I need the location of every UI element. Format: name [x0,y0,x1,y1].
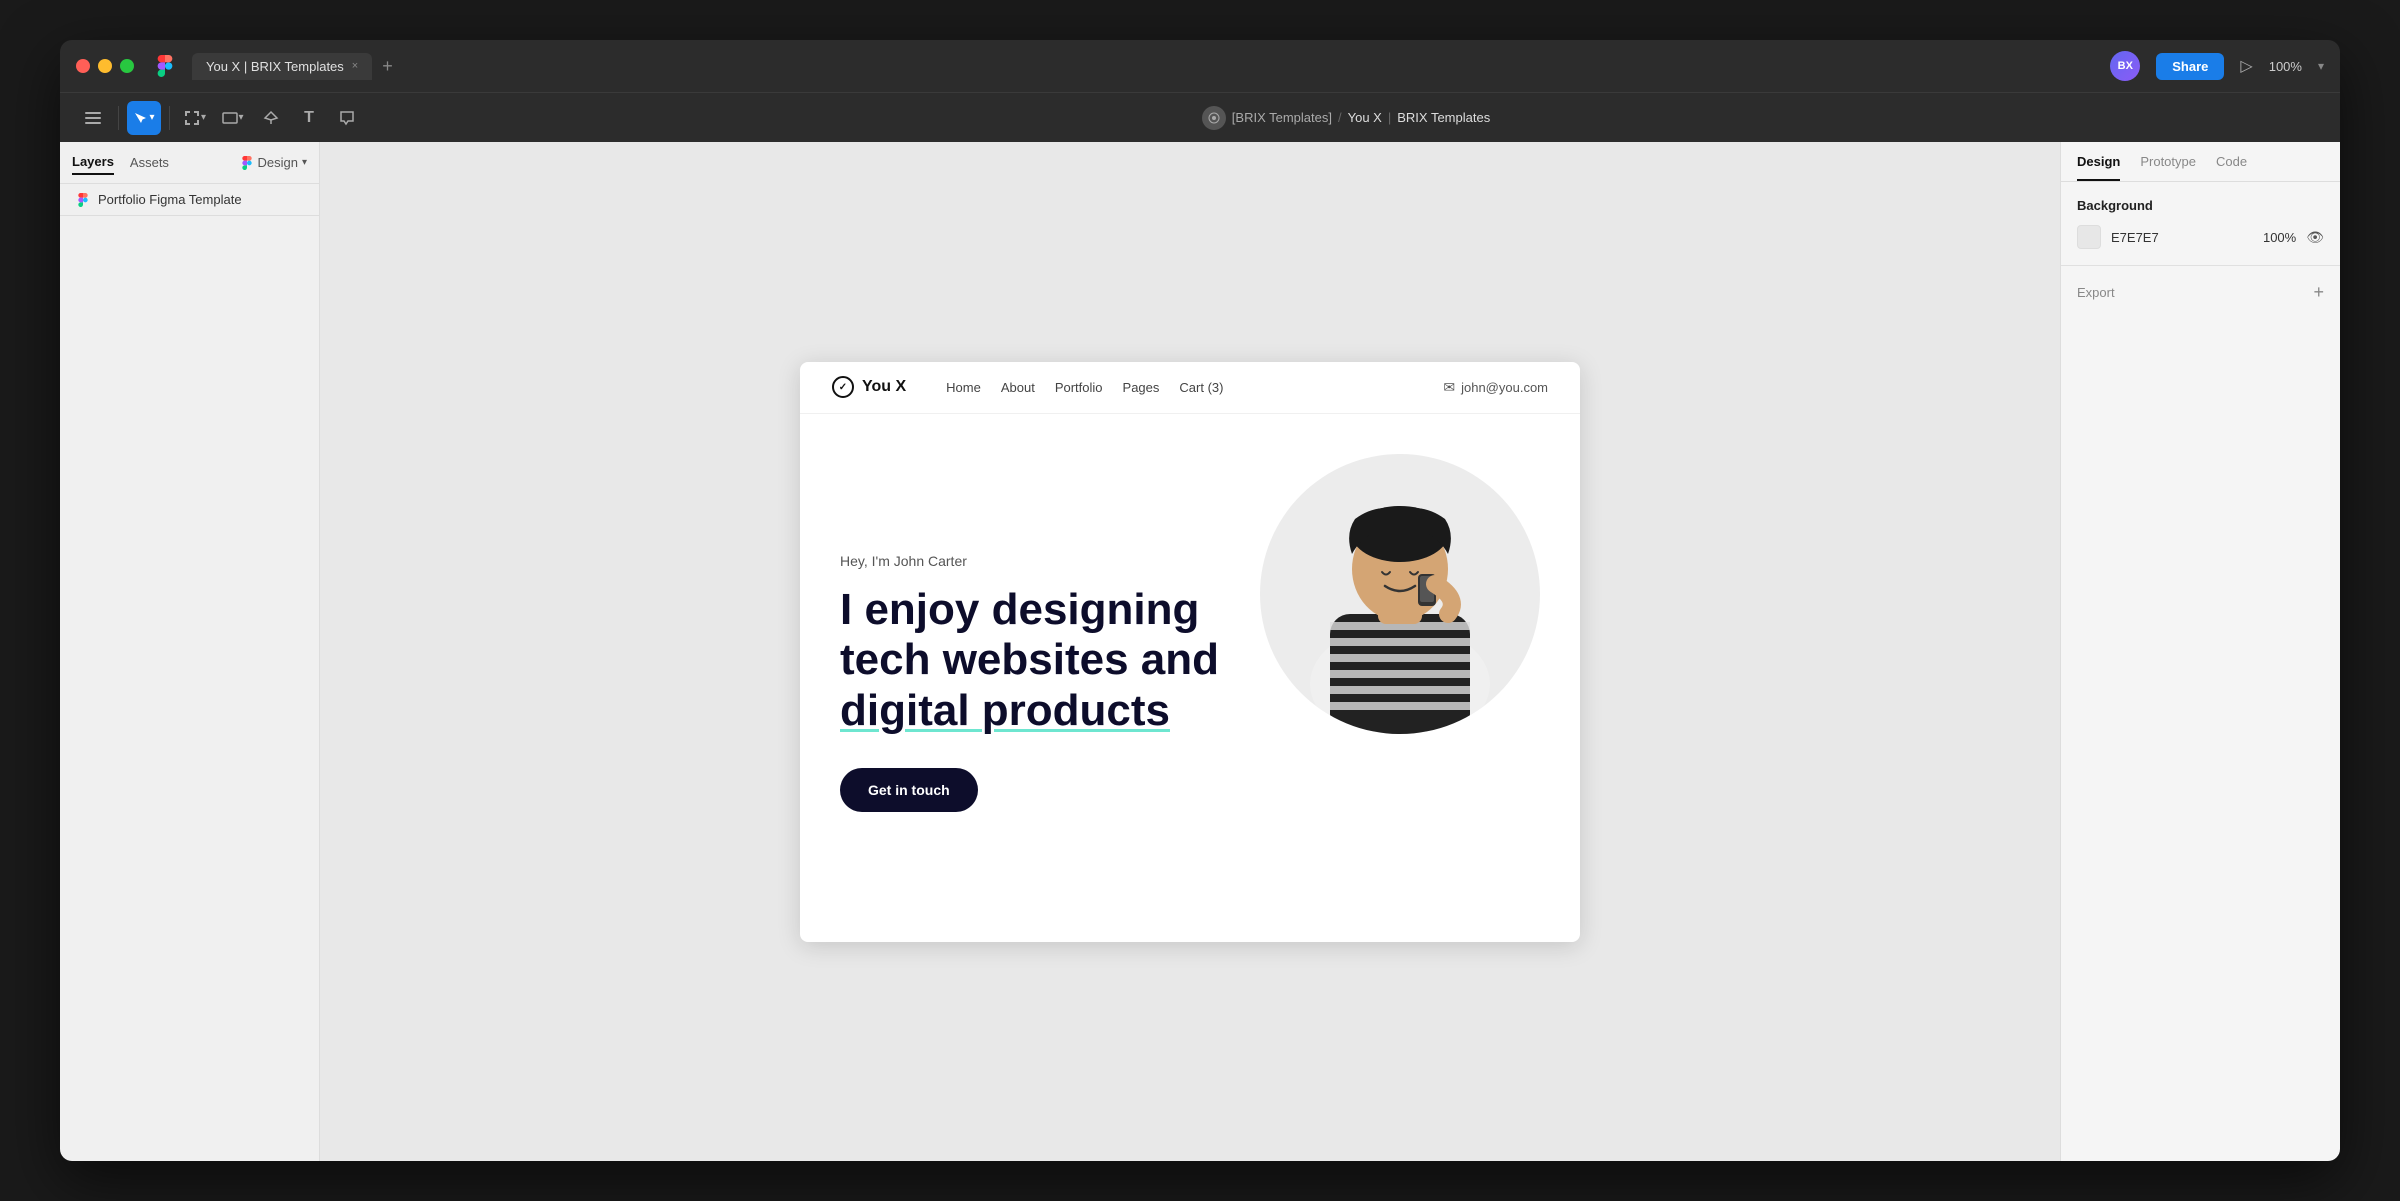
active-tab[interactable]: You X | BRIX Templates × [192,53,372,80]
minimize-button[interactable] [98,59,112,73]
title-bar-right: BX Share ▷ 100% ▾ [2110,51,2324,81]
menu-button[interactable] [76,101,110,135]
visibility-icon[interactable]: 👁 [2306,229,2324,246]
nav-portfolio[interactable]: Portfolio [1055,380,1103,395]
export-add-button[interactable]: + [2313,282,2324,303]
hero-title: I enjoy designing tech websites and digi… [840,585,1540,737]
hero-title-line1: I enjoy designing [840,585,1199,634]
nav-links: Home About Portfolio Pages Cart (3) [946,380,1223,395]
background-section: Background E7E7E7 100% 👁 [2061,182,2340,266]
logo-circle-icon: ✓ [832,376,854,398]
new-tab-button[interactable]: + [372,56,403,77]
left-panel-tabs: Layers Assets Design ▾ [60,142,319,184]
play-icon[interactable]: ▷ [2240,56,2252,76]
layer-item[interactable]: Portfolio Figma Template [60,184,319,215]
bg-opacity-value: 100% [2263,230,2296,245]
hero-title-line3: digital products [840,686,1170,735]
design-dropdown[interactable]: Design ▾ [240,155,308,170]
nav-home[interactable]: Home [946,380,981,395]
tab-assets[interactable]: Assets [130,151,169,174]
right-panel: Design Prototype Code Background E7E7E7 … [2060,142,2340,1161]
nav-pages[interactable]: Pages [1123,380,1160,395]
main-layout: Layers Assets Design ▾ [60,142,2340,1161]
background-row: E7E7E7 100% 👁 [2077,225,2324,249]
export-section: Export + [2061,266,2340,319]
pen-icon [263,110,279,126]
logo-check-icon: ✓ [839,382,847,393]
design-label: Design [258,155,298,170]
nav-about[interactable]: About [1001,380,1035,395]
close-button[interactable] [76,59,90,73]
breadcrumb-org: [BRIX Templates] [1232,110,1332,125]
shape-chevron-icon: ▾ [238,112,243,123]
breadcrumb-area: [BRIX Templates] / You X | BRIX Template… [368,106,2324,130]
traffic-lights [76,59,134,73]
right-panel-tabs: Design Prototype Code [2061,142,2340,182]
frame-icon [184,110,200,126]
share-button[interactable]: Share [2156,53,2224,80]
breadcrumb-page[interactable]: BRIX Templates [1397,110,1490,125]
nav-cart[interactable]: Cart (3) [1179,380,1223,395]
frame-chevron-icon: ▾ [201,112,206,123]
nav-email-area: ✉ john@you.com [1443,379,1548,396]
app-window: You X | BRIX Templates × + BX Share ▷ 10… [60,40,2340,1161]
select-chevron-icon: ▾ [149,112,154,123]
zoom-level: 100% [2269,59,2302,74]
site-logo-text: You X [862,378,906,396]
design-chevron-icon: ▾ [302,157,307,168]
website-frame: ✓ You X Home About Portfolio Pages Cart … [800,362,1580,942]
bg-hex-value[interactable]: E7E7E7 [2111,230,2253,245]
rectangle-icon [222,110,238,126]
layer-name: Portfolio Figma Template [98,192,242,207]
hero-section: Hey, I'm John Carter I enjoy designing t… [800,414,1580,942]
bg-color-swatch[interactable] [2077,225,2101,249]
canvas-area[interactable]: ✓ You X Home About Portfolio Pages Cart … [320,142,2060,1161]
hero-text: Hey, I'm John Carter I enjoy designing t… [840,553,1540,813]
toolbar: ▾ ▾ ▾ [60,92,2340,142]
breadcrumb-sep-2: | [1388,110,1391,125]
site-nav: ✓ You X Home About Portfolio Pages Cart … [800,362,1580,414]
nav-email: john@you.com [1461,380,1548,395]
toolbar-separator-2 [169,106,170,130]
left-panel: Layers Assets Design ▾ [60,142,320,1161]
tab-area: You X | BRIX Templates × + [192,53,403,80]
rp-tab-code[interactable]: Code [2216,154,2247,181]
hamburger-icon [85,112,101,124]
hero-subtitle: Hey, I'm John Carter [840,553,1540,569]
pen-tool-button[interactable] [254,101,288,135]
user-avatar[interactable]: BX [2110,51,2140,81]
breadcrumb-file[interactable]: You X [1348,110,1382,125]
figma-logo-icon [154,55,176,77]
export-label: Export [2077,285,2313,300]
figma-small-icon [240,156,254,170]
cursor-icon [133,111,147,125]
rp-tab-design[interactable]: Design [2077,154,2120,181]
get-in-touch-button[interactable]: Get in touch [840,768,978,812]
maximize-button[interactable] [120,59,134,73]
toolbar-separator-1 [118,106,119,130]
zoom-chevron-icon[interactable]: ▾ [2318,59,2324,73]
text-tool-button[interactable]: T [292,101,326,135]
tab-layers[interactable]: Layers [72,150,114,175]
breadcrumb-sep-1: / [1338,110,1342,125]
tab-close-button[interactable]: × [352,60,358,72]
hero-title-line2: tech websites and [840,635,1219,684]
site-logo: ✓ You X [832,376,906,398]
email-icon: ✉ [1443,379,1455,396]
background-label: Background [2077,198,2324,213]
select-tool-button[interactable]: ▾ [127,101,161,135]
comment-icon [339,110,355,126]
text-icon: T [304,109,314,127]
layer-figma-icon [76,193,90,207]
org-icon [1208,112,1220,124]
shape-tool-button[interactable]: ▾ [216,101,250,135]
comment-tool-button[interactable] [330,101,364,135]
frame-tool-button[interactable]: ▾ [178,101,212,135]
tab-title: You X | BRIX Templates [206,59,344,74]
title-bar: You X | BRIX Templates × + BX Share ▷ 10… [60,40,2340,92]
org-avatar [1202,106,1226,130]
rp-tab-prototype[interactable]: Prototype [2140,154,2196,181]
layer-divider [60,215,319,216]
